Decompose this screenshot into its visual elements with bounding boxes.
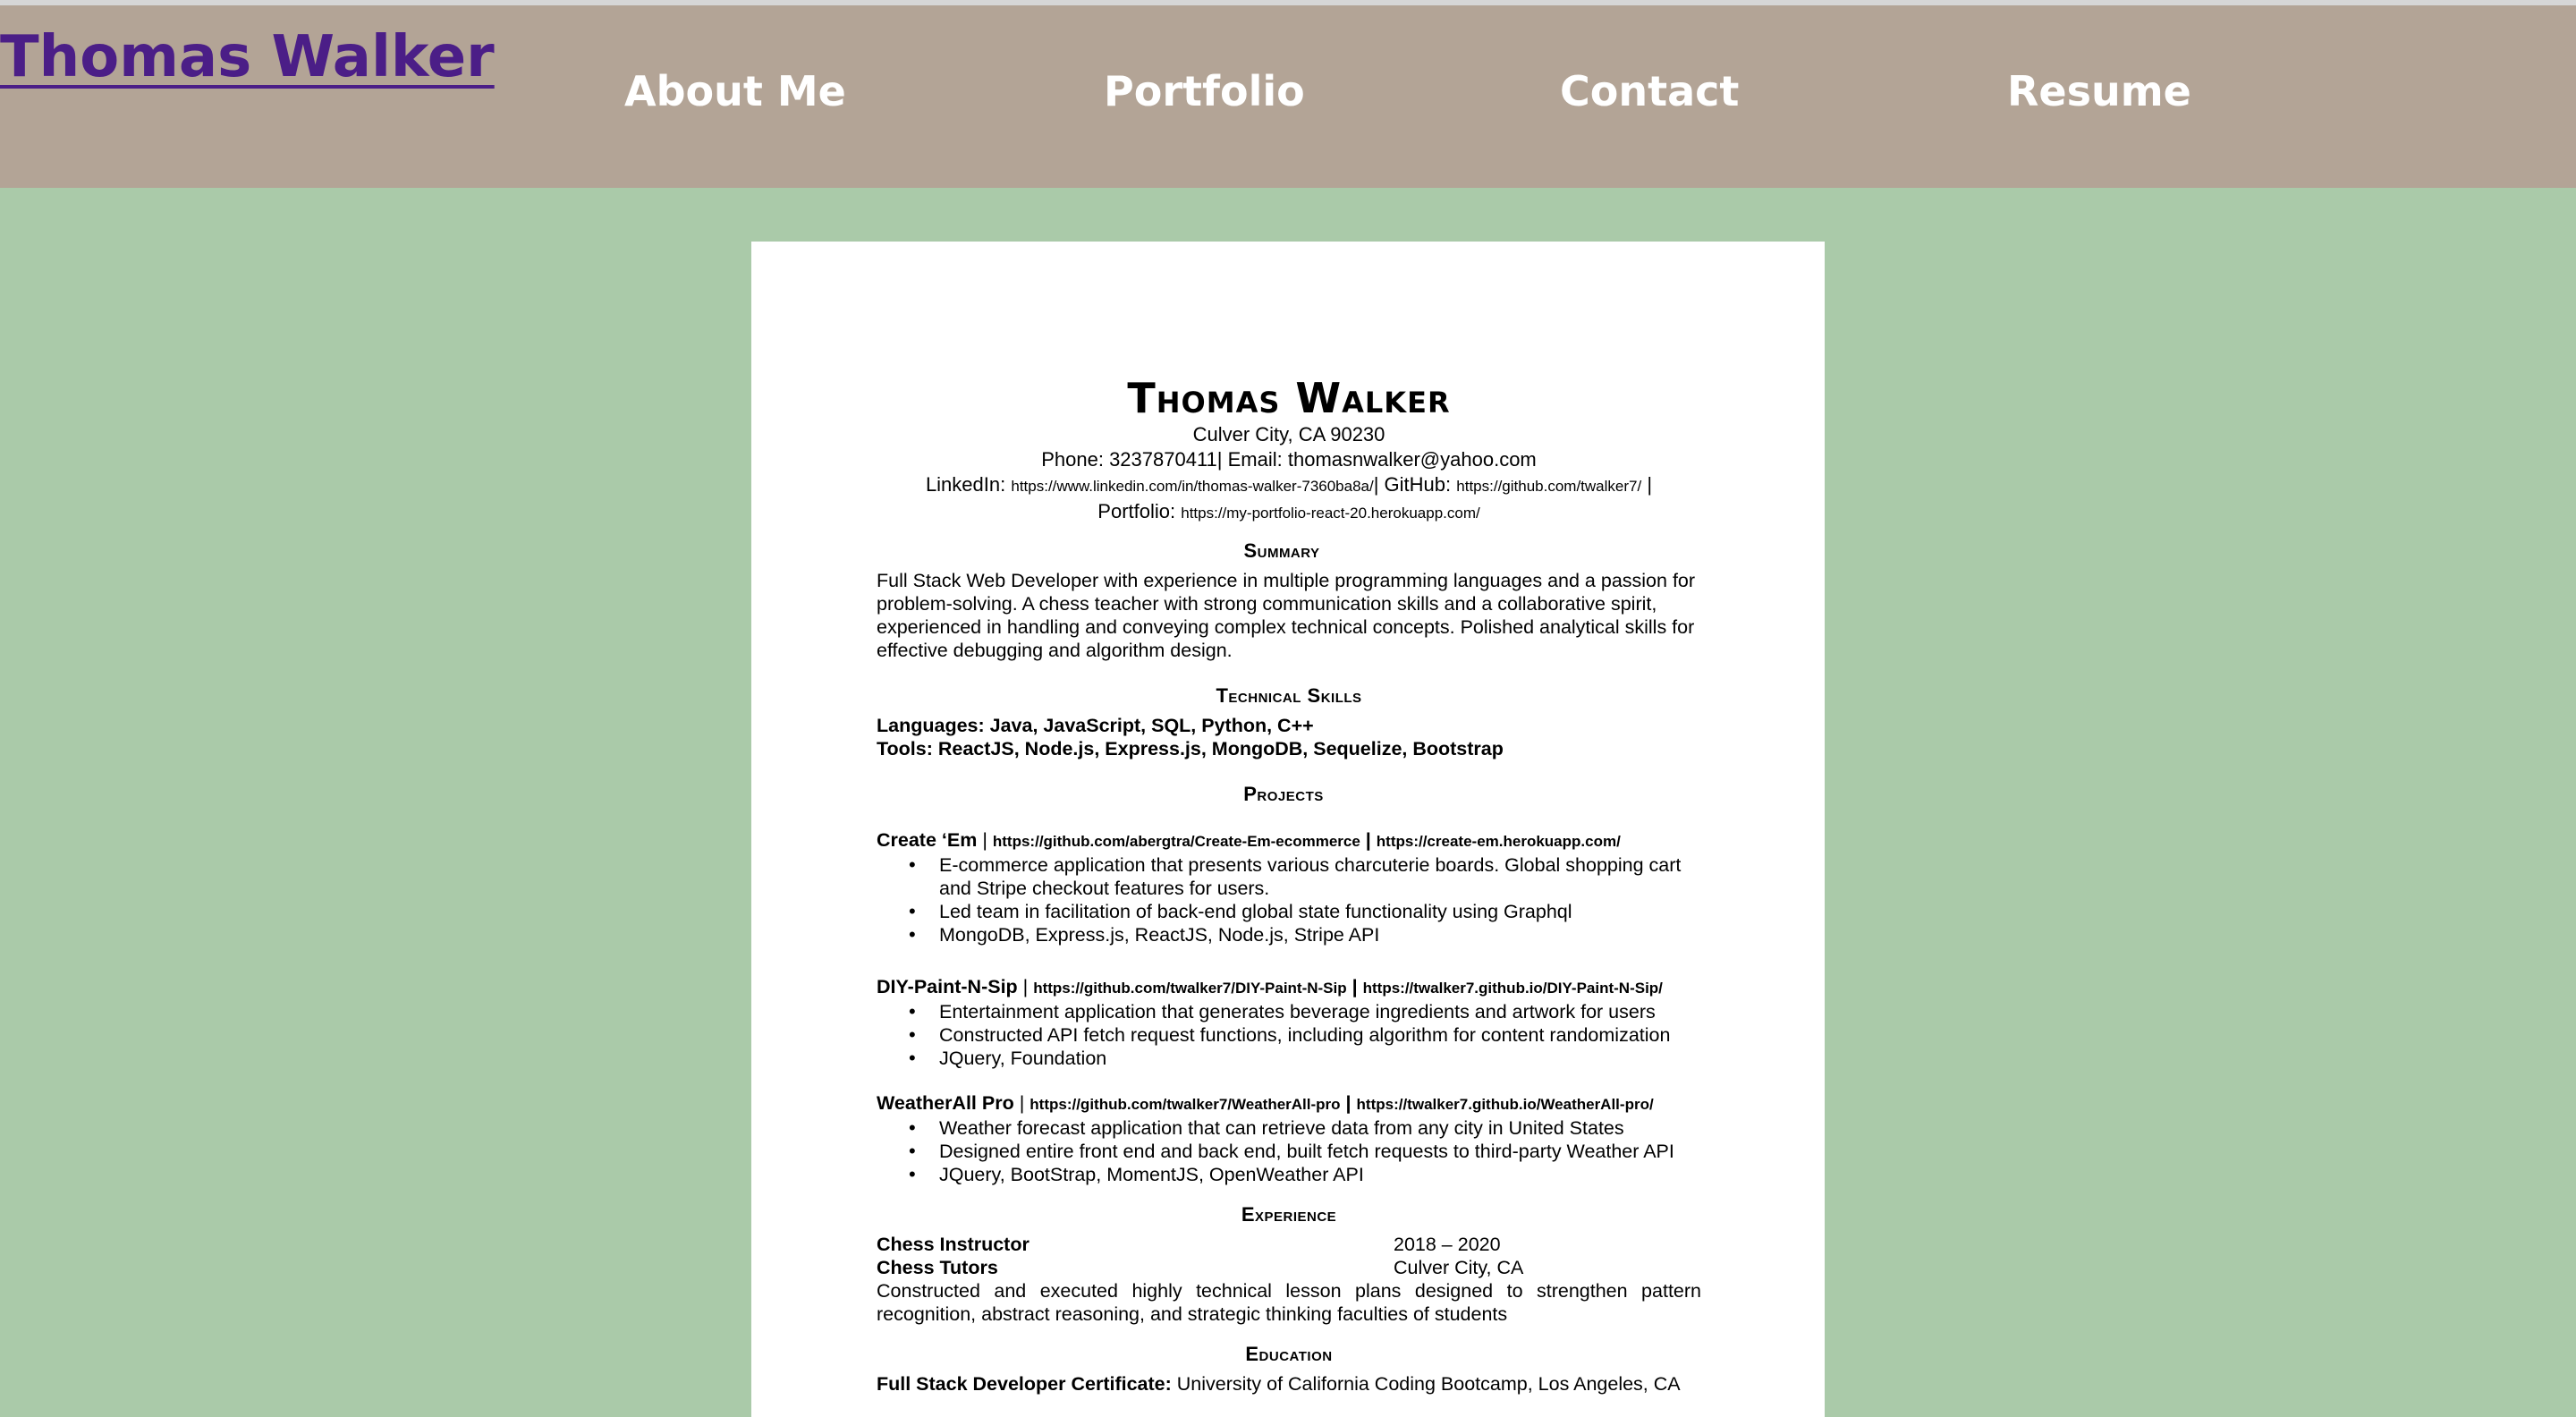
project-bullets: Weather forecast application that can re… <box>877 1116 1701 1186</box>
project-item: WeatherAll Pro | https://github.com/twal… <box>877 1091 1701 1186</box>
resume-address: Culver City, CA 90230 <box>1192 423 1385 445</box>
project-name: DIY-Paint-N-Sip <box>877 976 1018 997</box>
experience-location: Culver City, CA <box>1394 1257 1524 1278</box>
education-item: Full Stack Developer Certificate: Univer… <box>877 1372 1701 1396</box>
project-site-link: https://twalker7.github.io/DIY-Paint-N-S… <box>1362 980 1663 997</box>
skills-tools: Tools: ReactJS, Node.js, Express.js, Mon… <box>877 738 1504 759</box>
project-item: Create ‘Em | https://github.com/abergtra… <box>877 828 1701 946</box>
project-separator: | <box>1340 1092 1357 1114</box>
experience-company: Chess Tutors <box>877 1257 998 1278</box>
education-detail: University of California Coding Bootcamp… <box>1171 1373 1681 1395</box>
nav-portfolio[interactable]: Portfolio <box>1104 55 1305 127</box>
site-header: Thomas Walker About Me Portfolio Contact… <box>0 5 2576 188</box>
project-separator: | <box>1017 976 1034 997</box>
experience-row: Chess Tutors Culver City, CA <box>877 1256 1701 1279</box>
portfolio-url: https://my-portfolio-react-20.herokuapp.… <box>1181 505 1480 522</box>
bullet-item: JQuery, BootStrap, MomentJS, OpenWeather… <box>877 1163 1701 1186</box>
nav-about-me[interactable]: About Me <box>624 55 846 127</box>
summary-text: Full Stack Web Developer with experience… <box>877 570 1696 661</box>
linkedin-url: https://www.linkedin.com/in/thomas-walke… <box>1011 478 1374 495</box>
bullet-item: Constructed API fetch request functions,… <box>877 1023 1701 1047</box>
resume-portfolio-line: Portfolio: https://my-portfolio-react-20… <box>877 499 1701 526</box>
experience-dates: 2018 – 2020 <box>1394 1234 1501 1255</box>
resume-name: Thomas Walker <box>1127 374 1451 422</box>
project-separator: | <box>1360 829 1377 851</box>
project-repo-link: https://github.com/twalker7/DIY-Paint-N-… <box>1033 980 1347 997</box>
experience-title: Chess Instructor <box>877 1234 1030 1255</box>
project-separator: | <box>1013 1092 1030 1114</box>
experience-row: Chess Instructor 2018 – 2020 <box>877 1233 1701 1256</box>
skills-languages: Languages: Java, JavaScript, SQL, Python… <box>877 715 1314 736</box>
projects-heading: Projects <box>1243 783 1324 805</box>
education-heading: Education <box>1245 1343 1333 1365</box>
bullet-item: JQuery, Foundation <box>877 1047 1701 1070</box>
main-nav: About Me Portfolio Contact Resume <box>0 55 2576 127</box>
experience-item: Chess Instructor 2018 – 2020 Chess Tutor… <box>877 1233 1701 1326</box>
resume-phone-email: Phone: 3237870411| Email: thomasnwalker@… <box>1041 448 1537 471</box>
links-separator: | <box>1647 473 1653 496</box>
summary-heading: Summary <box>1243 539 1320 562</box>
project-title: DIY-Paint-N-Sip | https://github.com/twa… <box>877 975 1701 1000</box>
portfolio-label: Portfolio: <box>1097 500 1176 522</box>
bullet-item: E-commerce application that presents var… <box>877 853 1701 900</box>
bullet-item: Designed entire front end and back end, … <box>877 1140 1701 1163</box>
project-item: DIY-Paint-N-Sip | https://github.com/twa… <box>877 975 1701 1070</box>
project-title: WeatherAll Pro | https://github.com/twal… <box>877 1091 1701 1116</box>
nav-contact[interactable]: Contact <box>1560 55 1739 127</box>
nav-resume[interactable]: Resume <box>2007 55 2191 127</box>
project-site-link: https://create-em.herokuapp.com/ <box>1376 833 1621 850</box>
project-name: WeatherAll Pro <box>877 1092 1014 1114</box>
project-title: Create ‘Em | https://github.com/abergtra… <box>877 828 1701 853</box>
github-label: | GitHub: <box>1373 473 1452 496</box>
project-separator: | <box>1346 976 1363 997</box>
project-bullets: E-commerce application that presents var… <box>877 853 1701 946</box>
project-name: Create ‘Em <box>877 829 978 851</box>
skills-heading: Technical Skills <box>1216 684 1362 707</box>
bullet-item: Entertainment application that generates… <box>877 1000 1701 1023</box>
resume-document: Thomas Walker Culver City, CA 90230 Phon… <box>751 242 1825 1417</box>
education-label: Full Stack Developer Certificate: <box>877 1373 1172 1395</box>
bullet-item: Weather forecast application that can re… <box>877 1116 1701 1140</box>
project-site-link: https://twalker7.github.io/WeatherAll-pr… <box>1356 1096 1654 1113</box>
project-repo-link: https://github.com/abergtra/Create-Em-ec… <box>992 833 1360 850</box>
project-bullets: Entertainment application that generates… <box>877 1000 1701 1070</box>
project-separator: | <box>977 829 993 851</box>
resume-links-line: LinkedIn: https://www.linkedin.com/in/th… <box>877 472 1701 499</box>
project-repo-link: https://github.com/twalker7/WeatherAll-p… <box>1030 1096 1341 1113</box>
bullet-item: Led team in facilitation of back-end glo… <box>877 900 1701 923</box>
experience-description: Constructed and executed highly technica… <box>877 1280 1701 1325</box>
github-url: https://github.com/twalker7/ <box>1456 478 1642 495</box>
linkedin-label: LinkedIn: <box>925 473 1006 496</box>
bullet-item: MongoDB, Express.js, ReactJS, Node.js, S… <box>877 923 1701 946</box>
experience-heading: Experience <box>1241 1203 1337 1226</box>
